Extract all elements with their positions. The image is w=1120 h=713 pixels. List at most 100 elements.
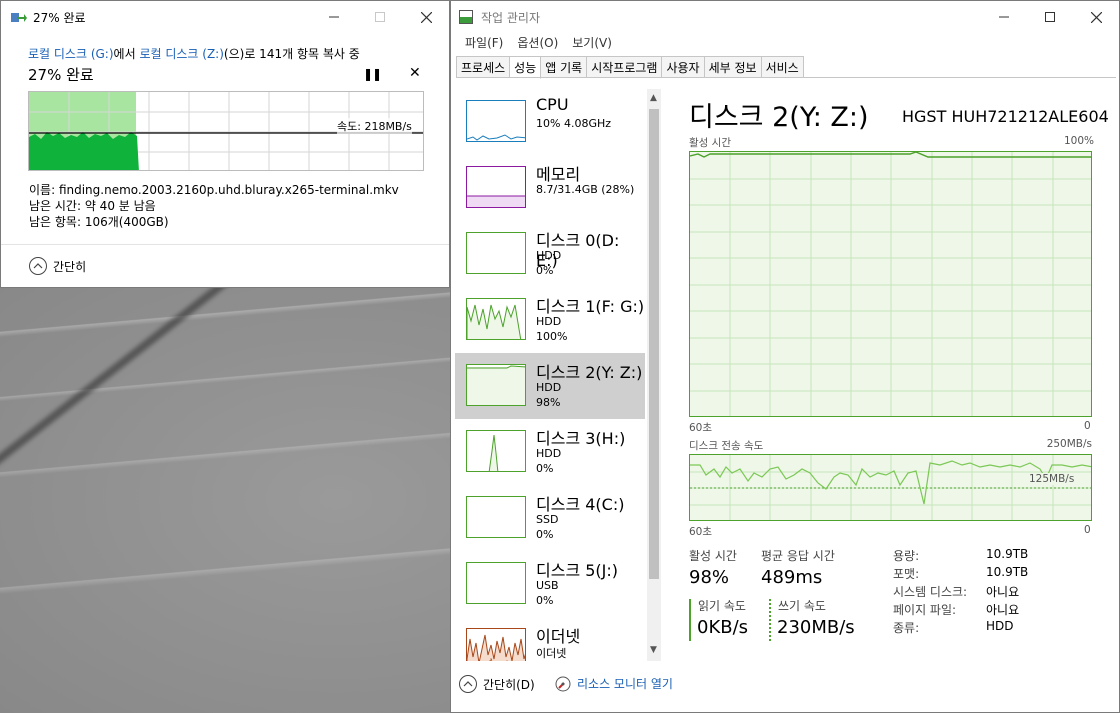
tab-users[interactable]: 사용자: [662, 56, 705, 78]
device-thumbnail-graph: [466, 100, 526, 142]
type-value: HDD: [986, 619, 1014, 633]
device-item-ethernet[interactable]: 이더넷이더넷S: 24.0 R: 656 Kbps: [455, 617, 645, 661]
task-manager-icon: [459, 10, 473, 24]
copy-summary: 로컬 디스크 (G:)에서 로컬 디스크 (Z:)(으)로 141개 항목 복사…: [28, 45, 360, 62]
chart2-mid: 125MB/s: [1029, 473, 1075, 485]
tab-processes[interactable]: 프로세스: [456, 56, 511, 78]
device-item-disk-4[interactable]: 디스크 4(C:) SSD 0%: [455, 485, 645, 551]
device-name: 디스크 5(J:): [536, 561, 619, 580]
device-name: 디스크 3(H:): [536, 429, 626, 448]
disk-model: HGST HUH721212ALE604: [902, 107, 1109, 126]
read-speed-marker: [689, 599, 691, 641]
title-bar[interactable]: 27% 완료: [1, 1, 449, 33]
type-label: 종류:: [893, 621, 920, 635]
device-name: 디스크 4(C:): [536, 495, 625, 514]
device-name: CPU: [536, 95, 569, 114]
maximize-button: [357, 1, 403, 33]
page-file-value: 아니요: [986, 603, 1020, 617]
device-usage: 0%: [536, 594, 554, 607]
device-subtitle: HDD: [536, 381, 562, 394]
fewer-details-button[interactable]: 간단히(D): [459, 675, 535, 693]
chart2-xleft: 60초: [689, 526, 713, 538]
formatted-value: 10.9TB: [986, 565, 1029, 579]
device-subtitle: USB: [536, 579, 559, 592]
divider: [1, 244, 449, 245]
collapse-label: 간단히: [53, 259, 87, 274]
device-name: 이더넷: [536, 627, 581, 646]
tab-startup[interactable]: 시작프로그램: [587, 56, 663, 78]
page-file-label: 페이지 파일:: [893, 603, 957, 617]
read-speed-value: 0KB/s: [697, 617, 749, 638]
chevron-up-icon: [29, 257, 47, 275]
read-speed-label: 읽기 속도: [698, 599, 746, 613]
pause-button[interactable]: ❚❚: [363, 67, 382, 81]
cancel-button[interactable]: ✕: [409, 65, 421, 81]
tab-performance[interactable]: 성능: [510, 56, 542, 79]
menu-file[interactable]: 파일(F): [458, 34, 510, 51]
scroll-up-icon[interactable]: ▲: [650, 93, 657, 103]
device-subtitle: HDD: [536, 315, 562, 328]
device-usage: S: 24.0 R: 656 Kbps: [536, 660, 644, 661]
device-thumbnail-graph: [466, 232, 526, 274]
resource-monitor-link[interactable]: 리소스 모니터 열기: [555, 675, 673, 692]
copy-arrow-icon: [11, 11, 27, 23]
chart1-xright: 0: [1084, 420, 1091, 432]
device-thumbnail-graph: [466, 298, 526, 340]
device-item-disk-0[interactable]: 디스크 0(D: E:) HDD 0%: [455, 221, 645, 287]
tab-app-history[interactable]: 앱 기록: [541, 56, 588, 78]
title-bar[interactable]: 작업 관리자: [451, 1, 1119, 33]
resource-monitor-icon: [555, 676, 571, 692]
device-usage: 0%: [536, 264, 554, 277]
items-remaining-line: 남은 항목: 106개(400GB): [29, 215, 169, 229]
copy-progress-dialog: 27% 완료 로컬 디스크 (G:)에서 로컬 디스크 (Z:)(으)로 141…: [0, 0, 450, 288]
device-item-memory[interactable]: 메모리 8.7/31.4GB (28%): [455, 155, 645, 221]
source-link[interactable]: 로컬 디스크 (G:): [28, 47, 114, 61]
device-thumbnail-graph: [466, 166, 526, 208]
close-button[interactable]: [1073, 1, 1119, 33]
collapse-details-button[interactable]: 간단히: [29, 257, 86, 275]
scroll-thumb[interactable]: [649, 109, 659, 579]
device-usage: 98%: [536, 396, 561, 409]
tab-bar: 프로세스 성능 앱 기록 시작프로그램 사용자 세부 정보 서비스: [456, 56, 804, 79]
device-item-cpu[interactable]: CPU 10% 4.08GHz: [455, 89, 645, 155]
speed-area: [29, 132, 139, 170]
device-name: 디스크 2(Y: Z:): [536, 363, 643, 382]
system-disk-label: 시스템 디스크:: [893, 585, 968, 599]
formatted-label: 포맷:: [893, 567, 920, 581]
menu-options[interactable]: 옵션(O): [510, 34, 565, 51]
menu-view[interactable]: 보기(V): [565, 34, 619, 51]
scroll-down-icon[interactable]: ▼: [650, 645, 657, 655]
maximize-button[interactable]: [1027, 1, 1073, 33]
device-thumbnail-graph: [466, 628, 526, 661]
capacity-label: 용량:: [893, 549, 920, 563]
device-thumbnail-graph: [466, 430, 526, 472]
chart1-xleft: 60초: [689, 422, 713, 434]
device-list-scrollbar[interactable]: ▲ ▼: [647, 89, 661, 661]
device-item-disk-5[interactable]: 디스크 5(J:) USB 0%: [455, 551, 645, 617]
device-item-disk-2[interactable]: 디스크 2(Y: Z:) HDD 98%: [455, 353, 645, 419]
minimize-button[interactable]: [981, 1, 1027, 33]
task-manager-window: 작업 관리자 파일(F) 옵션(O) 보기(V) 프로세스 성능 앱 기록 시작…: [450, 0, 1120, 713]
menu-bar: 파일(F) 옵션(O) 보기(V): [458, 34, 619, 51]
tab-services[interactable]: 서비스: [761, 56, 804, 78]
close-button[interactable]: [403, 1, 449, 33]
device-item-disk-1[interactable]: 디스크 1(F: G:) HDD 100%: [455, 287, 645, 353]
device-item-disk-3[interactable]: 디스크 3(H:) HDD 0%: [455, 419, 645, 485]
device-usage: 0%: [536, 528, 554, 541]
device-subtitle: 이더넷: [536, 647, 567, 660]
time-remaining-line: 남은 시간: 약 40 분 남음: [29, 199, 156, 213]
minimize-button[interactable]: [311, 1, 357, 33]
destination-link[interactable]: 로컬 디스크 (Z:): [139, 47, 223, 61]
chart2-max: 250MB/s: [1046, 438, 1092, 450]
device-thumbnail-graph: [466, 496, 526, 538]
device-subtitle: 10% 4.08GHz: [536, 117, 612, 130]
write-speed-value: 230MB/s: [777, 617, 855, 638]
device-subtitle: HDD: [536, 249, 562, 262]
system-disk-value: 아니요: [986, 585, 1020, 599]
response-time-value: 489ms: [761, 567, 823, 588]
device-name: 디스크 1(F: G:): [536, 297, 645, 316]
chevron-up-icon: [459, 675, 477, 693]
write-speed-marker: [769, 599, 771, 641]
fewer-details-label: 간단히(D): [483, 677, 535, 692]
tab-details[interactable]: 세부 정보: [704, 56, 762, 78]
